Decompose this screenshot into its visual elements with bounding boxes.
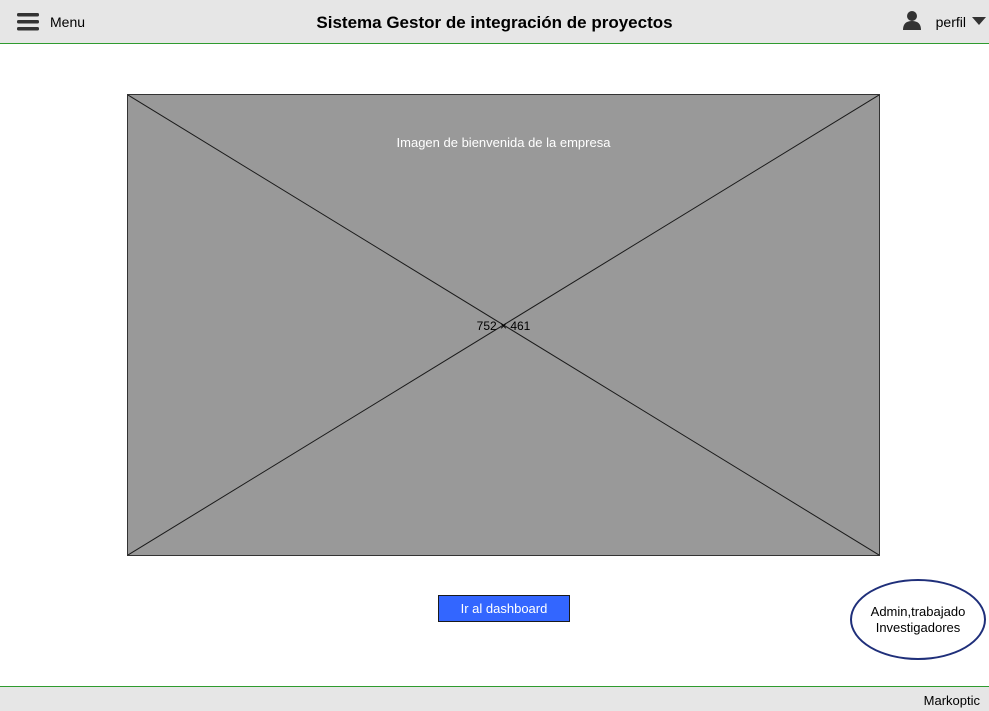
- footer-brand: Markoptic: [923, 693, 980, 708]
- profile-dropdown[interactable]: perfil: [902, 10, 986, 34]
- user-icon: [902, 10, 922, 35]
- caret-down-icon: [972, 13, 986, 31]
- roles-line-1: Admin,trabajado: [870, 603, 966, 619]
- footer-bar: Markoptic: [0, 686, 989, 711]
- page-title: Sistema Gestor de integración de proyect…: [316, 13, 673, 32]
- roles-line-2: Investigadores: [875, 619, 961, 635]
- top-header-bar: Menu Sistema Gestor de integración de pr…: [0, 0, 989, 44]
- welcome-image-placeholder: Imagen de bienvenida de la empresa 752 ×…: [127, 94, 880, 556]
- placeholder-caption: Imagen de bienvenida de la empresa: [396, 135, 611, 150]
- roles-annotation: Admin,trabajado Investigadores: [850, 579, 986, 660]
- placeholder-size-label: 752 × 461: [476, 319, 531, 333]
- go-to-dashboard-button[interactable]: Ir al dashboard: [438, 595, 570, 622]
- profile-label: perfil: [935, 14, 966, 30]
